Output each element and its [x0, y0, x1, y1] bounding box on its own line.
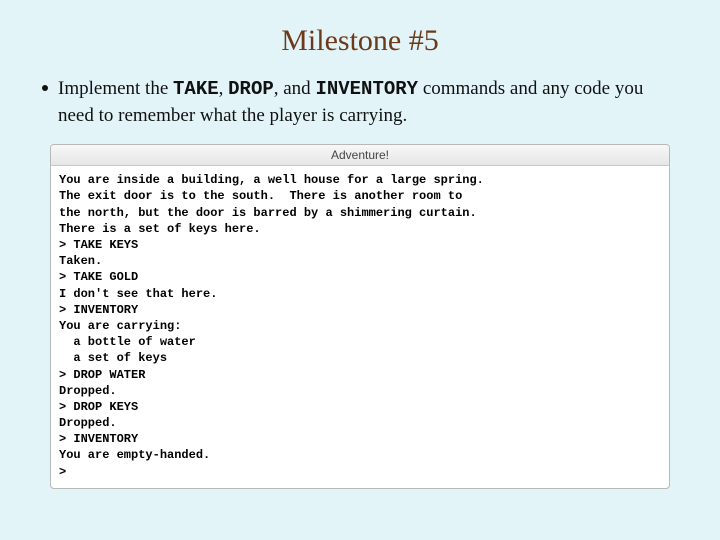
slide-title: Milestone #5: [40, 24, 680, 58]
bullet-dot-icon: [42, 85, 48, 91]
bullet-sep2: , and: [274, 78, 316, 99]
console-body: You are inside a building, a well house …: [51, 166, 669, 488]
slide: Milestone #5 Implement the TAKE, DROP, a…: [0, 0, 720, 540]
cmd-take: TAKE: [173, 78, 219, 100]
bullet-text: Implement the TAKE, DROP, and INVENTORY …: [58, 76, 680, 128]
bullet-item: Implement the TAKE, DROP, and INVENTORY …: [42, 76, 680, 128]
bullet-sep1: ,: [219, 78, 229, 99]
cmd-inventory: INVENTORY: [315, 78, 418, 100]
bullet-text-pre: Implement the: [58, 78, 173, 99]
console-window: Adventure! You are inside a building, a …: [50, 144, 670, 489]
cmd-drop: DROP: [228, 78, 274, 100]
console-titlebar: Adventure!: [51, 145, 669, 166]
